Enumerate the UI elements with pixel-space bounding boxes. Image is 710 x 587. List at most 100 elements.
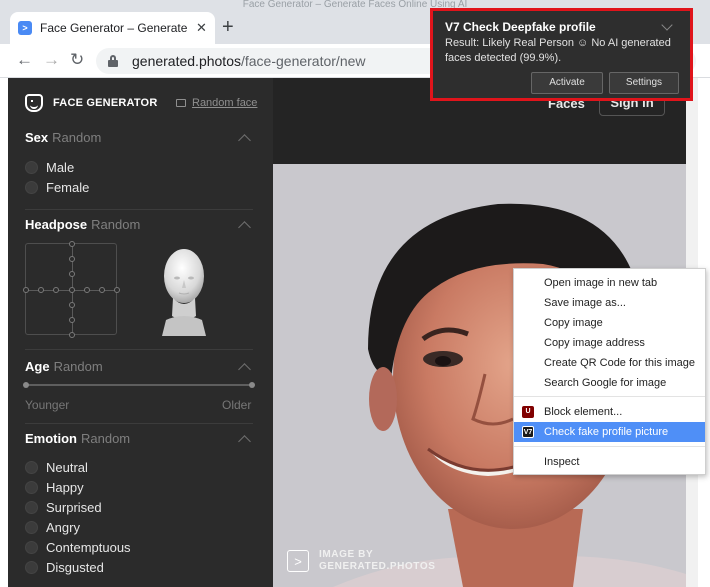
radio-circle <box>25 541 38 554</box>
radio-circle <box>25 481 38 494</box>
radio-happy[interactable]: Happy <box>25 480 84 495</box>
chevron-up-icon[interactable] <box>238 435 251 448</box>
menu-item-block-element[interactable]: Block element... <box>514 402 705 422</box>
notification-body: Result: Likely Real Person ☺ No AI gener… <box>445 37 671 64</box>
menu-item-create-qr-code[interactable]: Create QR Code for this image <box>514 353 705 373</box>
random-face-button[interactable]: Random face <box>176 97 257 109</box>
brand[interactable]: FACE GENERATOR <box>25 94 157 112</box>
watermark: > IMAGE BY GENERATED.PHOTOS <box>287 549 435 573</box>
radio-surprised[interactable]: Surprised <box>25 500 102 515</box>
v7-logo-icon: V7 <box>522 426 534 438</box>
menu-item-search-google-image[interactable]: Search Google for image <box>514 373 705 393</box>
sidebar: FACE GENERATOR Random face Sex Random Mal… <box>8 78 273 587</box>
url-path: /face-generator/new <box>240 53 366 69</box>
menu-item-label: Check fake profile picture <box>544 426 669 438</box>
menu-separator <box>514 396 705 397</box>
radio-disgusted[interactable]: Disgusted <box>25 560 104 575</box>
headpose-point[interactable] <box>69 317 75 323</box>
headpose-point[interactable] <box>69 287 75 293</box>
headpose-point[interactable] <box>38 287 44 293</box>
lock-icon[interactable] <box>108 55 118 67</box>
radio-contemptuous[interactable]: Contemptuous <box>25 540 131 555</box>
chevron-up-icon[interactable] <box>238 134 251 147</box>
headpose-point[interactable] <box>69 256 75 262</box>
brand-name: FACE GENERATOR <box>53 97 158 109</box>
divider <box>25 349 253 350</box>
site-favicon-icon: > <box>18 21 32 35</box>
reload-icon[interactable]: ↻ <box>70 50 84 70</box>
radio-female[interactable]: Female <box>25 180 89 195</box>
emotion-section-title[interactable]: Emotion Random <box>25 431 130 446</box>
activate-button[interactable]: Activate <box>531 72 603 94</box>
divider <box>25 209 253 210</box>
sex-section-title[interactable]: Sex Random <box>25 130 101 145</box>
menu-item-copy-image[interactable]: Copy image <box>514 313 705 333</box>
generated-photos-logo-icon: > <box>287 550 309 572</box>
headpose-point[interactable] <box>69 302 75 308</box>
option-label: Disgusted <box>46 560 104 575</box>
option-label: Happy <box>46 480 84 495</box>
random-face-label: Random face <box>192 97 258 109</box>
sex-label: Sex <box>25 130 49 145</box>
watermark-text: IMAGE BY GENERATED.PHOTOS <box>319 549 435 573</box>
headpose-label: Headpose <box>25 217 88 232</box>
tab-title: Face Generator – Generate Fac <box>40 21 190 35</box>
option-label: Male <box>46 160 75 175</box>
settings-button[interactable]: Settings <box>609 72 679 94</box>
head-preview-icon <box>162 249 206 336</box>
notification-title: V7 Check Deepfake profile <box>445 20 596 34</box>
menu-item-open-image-new-tab[interactable]: Open image in new tab <box>514 273 705 293</box>
chevron-up-icon[interactable] <box>238 221 251 234</box>
slider-handle-min[interactable] <box>23 382 29 388</box>
radio-angry[interactable]: Angry <box>25 520 80 535</box>
headpose-point[interactable] <box>99 287 105 293</box>
radio-circle <box>25 501 38 514</box>
age-value: Random <box>53 359 103 374</box>
radio-neutral[interactable]: Neutral <box>25 460 88 475</box>
radio-circle <box>25 181 38 194</box>
divider <box>25 423 253 424</box>
headpose-grid[interactable] <box>23 241 120 338</box>
headpose-point[interactable] <box>114 287 120 293</box>
headpose-point[interactable] <box>69 332 75 338</box>
menu-item-check-fake-profile[interactable]: V7 Check fake profile picture <box>514 422 705 442</box>
option-label: Angry <box>46 520 80 535</box>
age-section-title[interactable]: Age Random <box>25 359 103 374</box>
new-tab-button[interactable]: + <box>222 17 234 37</box>
menu-separator <box>514 446 705 447</box>
url-host: generated.photos <box>132 53 241 69</box>
headpose-value: Random <box>91 217 141 232</box>
age-max-label: Older <box>222 398 252 412</box>
age-min-label: Younger <box>25 398 70 412</box>
context-menu: Open image in new tab Save image as... C… <box>513 268 706 475</box>
emotion-label: Emotion <box>25 431 77 446</box>
radio-circle <box>25 461 38 474</box>
slider-handle-max[interactable] <box>249 382 255 388</box>
option-label: Surprised <box>46 500 102 515</box>
brand-logo-icon <box>25 94 43 112</box>
radio-circle <box>25 161 38 174</box>
dice-icon <box>176 99 186 107</box>
menu-item-save-image-as[interactable]: Save image as... <box>514 293 705 313</box>
url-text[interactable]: generated.photos/face-generator/new <box>132 53 366 69</box>
close-tab-icon[interactable]: ✕ <box>196 20 207 36</box>
screen: Face Generator – Generate Faces Online U… <box>0 0 710 587</box>
back-icon[interactable]: ← <box>16 50 33 70</box>
headpose-section-title[interactable]: Headpose Random <box>25 217 140 232</box>
headpose-point[interactable] <box>53 287 59 293</box>
age-slider[interactable] <box>23 382 255 388</box>
menu-item-copy-image-address[interactable]: Copy image address <box>514 333 705 353</box>
forward-icon[interactable]: → <box>43 50 60 70</box>
chevron-down-icon[interactable] <box>661 19 673 31</box>
headpose-point[interactable] <box>84 287 90 293</box>
menu-item-inspect[interactable]: Inspect <box>514 452 705 472</box>
headpose-point[interactable] <box>23 287 29 293</box>
headpose-point[interactable] <box>69 271 75 277</box>
browser-tab[interactable]: > Face Generator – Generate Fac ✕ <box>10 12 215 44</box>
deepfake-check-notification: V7 Check Deepfake profile Result: Likely… <box>430 8 693 101</box>
headpose-point[interactable] <box>69 241 75 247</box>
watermark-line-1: IMAGE BY <box>319 549 374 560</box>
option-label: Contemptuous <box>46 540 131 555</box>
radio-male[interactable]: Male <box>25 160 74 175</box>
chevron-up-icon[interactable] <box>238 363 251 376</box>
